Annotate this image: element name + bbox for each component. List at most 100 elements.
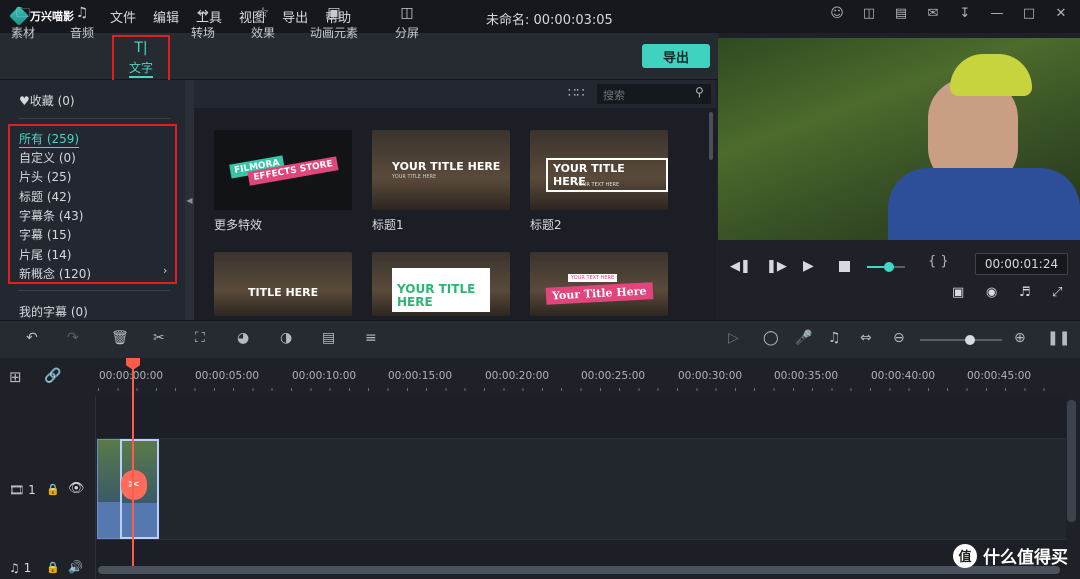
next-frame-icon[interactable]: ❚▶ <box>766 259 787 274</box>
ruler-tick: 00:00:25:00 <box>581 370 646 382</box>
tab-text[interactable]: T| 文字 <box>112 35 170 83</box>
timeline-vscrollbar[interactable] <box>1067 400 1076 522</box>
divider <box>18 290 170 291</box>
cut-icon[interactable]: ✂ <box>153 330 165 346</box>
delete-icon[interactable]: 🗑 <box>111 330 129 346</box>
split-scissors-icon[interactable]: ✂ <box>121 470 147 500</box>
stop-icon[interactable] <box>839 261 850 272</box>
close-icon[interactable]: ✕ <box>1052 6 1070 21</box>
cart-icon[interactable]: ◫ <box>860 6 878 21</box>
tab-label: 素材 <box>10 26 35 40</box>
layout-icon[interactable]: ❚❚ <box>1047 330 1070 346</box>
audio-track-header: ♫ 1 <box>9 561 31 575</box>
green-screen-icon[interactable]: ▤ <box>322 330 335 346</box>
chevron-right-icon[interactable]: › <box>163 264 167 277</box>
volume-slider-thumb[interactable] <box>884 262 894 272</box>
download-icon[interactable]: ↧ <box>956 6 974 21</box>
mail-icon[interactable]: ✉ <box>924 6 942 21</box>
speaker-icon[interactable]: 🔊 <box>68 560 83 574</box>
favorites-label: 收藏 (0) <box>29 94 75 108</box>
category-subtitles[interactable]: 字幕 (15) <box>19 226 71 243</box>
speed-icon[interactable]: ◕ <box>237 330 249 346</box>
music-track-icon: ♫ <box>9 561 20 575</box>
video-preview <box>718 38 1080 240</box>
tab-split-screen[interactable]: ◫ 分屏 <box>391 0 423 46</box>
thumbnail-title-1[interactable]: YOUR TITLE HERE YOUR TITLE HERE <box>372 130 510 210</box>
search-icon[interactable]: ⚲ <box>695 85 704 99</box>
audio-mixer-icon[interactable]: ♫ <box>828 330 841 346</box>
play-icon[interactable]: ▶ <box>803 258 814 274</box>
audio-track[interactable] <box>96 540 1066 568</box>
category-end-credits[interactable]: 片尾 (14) <box>19 246 71 263</box>
category-opener[interactable]: 片头 (25) <box>19 168 71 185</box>
menu-edit[interactable]: 编辑 <box>153 7 179 26</box>
video-clip[interactable] <box>97 439 121 539</box>
add-track-icon[interactable]: ⊞ <box>9 368 22 386</box>
tab-audio[interactable]: ♫ 音频 <box>66 0 98 46</box>
volume-icon[interactable]: ♬ <box>1019 285 1031 300</box>
grid-scrollbar[interactable] <box>709 112 713 160</box>
thumbnail-title-4[interactable]: YOUR TITLE HERE <box>372 252 510 316</box>
zoom-out-icon[interactable]: ⊖ <box>893 330 905 346</box>
tab-label: 分屏 <box>394 26 419 40</box>
category-custom[interactable]: 自定义 (0) <box>19 149 76 166</box>
folder-icon: 🗀 <box>16 5 30 21</box>
favorites-item[interactable]: ♥收藏 (0) <box>19 92 75 109</box>
save-icon[interactable]: ▤ <box>892 6 910 21</box>
audio-adjust-icon[interactable]: ≡ <box>365 330 377 346</box>
fullscreen-icon[interactable]: ⤢ <box>1052 285 1062 300</box>
microphone-icon[interactable]: 🎤 <box>795 330 812 346</box>
track-empty-top[interactable] <box>96 396 1066 438</box>
ruler-tick: 00:00:05:00 <box>195 370 260 382</box>
heart-icon: ♥ <box>19 94 30 108</box>
grid-view-icon[interactable]: ∷∷ <box>568 86 585 101</box>
crop-icon[interactable]: ⛶ <box>195 330 205 346</box>
thumbnail-title-5[interactable]: YOUR TEXT HERE Your Title Here <box>530 252 668 316</box>
preview-jersey <box>888 168 1080 240</box>
export-button[interactable]: 导出 <box>642 44 710 68</box>
window-controls: ☺ ◫ ▤ ✉ ↧ — □ ✕ <box>828 6 1070 21</box>
eye-icon[interactable]: 👁 <box>68 481 85 496</box>
category-all[interactable]: 所有 (259) <box>19 130 80 148</box>
tab-effects[interactable]: ☆ 效果 <box>247 0 279 46</box>
search-input[interactable]: 搜索 <box>597 84 711 104</box>
thumbnail-title-2[interactable]: YOUR TITLE HERE YOUR TEXT HERE <box>530 130 668 210</box>
video-track[interactable] <box>96 438 1066 540</box>
category-lower-thirds[interactable]: 字幕条 (43) <box>19 207 83 224</box>
tab-elements[interactable]: ▣ 动画元素 <box>306 0 362 46</box>
category-titles[interactable]: 标题 (42) <box>19 188 71 205</box>
fit-timeline-icon[interactable]: ⇔ <box>860 330 872 346</box>
playhead[interactable] <box>132 358 134 568</box>
undo-icon[interactable]: ↶ <box>26 330 38 346</box>
lock-icon[interactable]: 🔒 <box>46 561 60 574</box>
menu-file[interactable]: 文件 <box>110 7 136 26</box>
marker-icon[interactable]: ◯ <box>763 330 779 346</box>
snapshot-icon[interactable]: ◉ <box>986 285 997 300</box>
panel-collapse-handle[interactable]: ◀ <box>185 80 194 320</box>
my-subtitles-item[interactable]: 我的字幕 (0) <box>19 303 88 320</box>
display-settings-icon[interactable]: ▣ <box>952 285 964 300</box>
zoom-in-icon[interactable]: ⊕ <box>1014 330 1026 346</box>
minimize-icon[interactable]: — <box>988 6 1006 21</box>
thumb-text: YOUR TITLE HERE <box>392 174 437 180</box>
divider <box>18 118 170 119</box>
redo-icon[interactable]: ↷ <box>67 330 79 346</box>
link-icon[interactable]: 🔗 <box>44 368 61 384</box>
maximize-icon[interactable]: □ <box>1020 6 1038 21</box>
color-icon[interactable]: ◑ <box>280 330 292 346</box>
zoom-slider-thumb[interactable] <box>965 335 975 345</box>
thumbnail-title-3[interactable]: TITLE HERE <box>214 252 352 316</box>
user-icon[interactable]: ☺ <box>828 6 846 21</box>
zoom-slider[interactable] <box>920 339 1002 341</box>
tab-media[interactable]: 🗀 素材 <box>8 0 38 46</box>
lock-icon[interactable]: 🔒 <box>46 483 60 496</box>
thumb-text: YOUR TITLE HERE <box>397 282 476 309</box>
render-icon[interactable]: ▷ <box>728 330 739 346</box>
tab-transition[interactable]: ↭ 转场 <box>187 0 219 46</box>
thumbnail-more-effects[interactable]: FILMORA EFFECTS STORE <box>214 130 352 210</box>
menu-export[interactable]: 导出 <box>282 7 308 26</box>
category-new-concept[interactable]: 新概念 (120) <box>19 265 91 282</box>
timeline-hscrollbar[interactable] <box>98 566 1060 574</box>
mark-in-out[interactable]: { } <box>928 254 949 269</box>
prev-frame-icon[interactable]: ◀❚ <box>730 259 751 274</box>
